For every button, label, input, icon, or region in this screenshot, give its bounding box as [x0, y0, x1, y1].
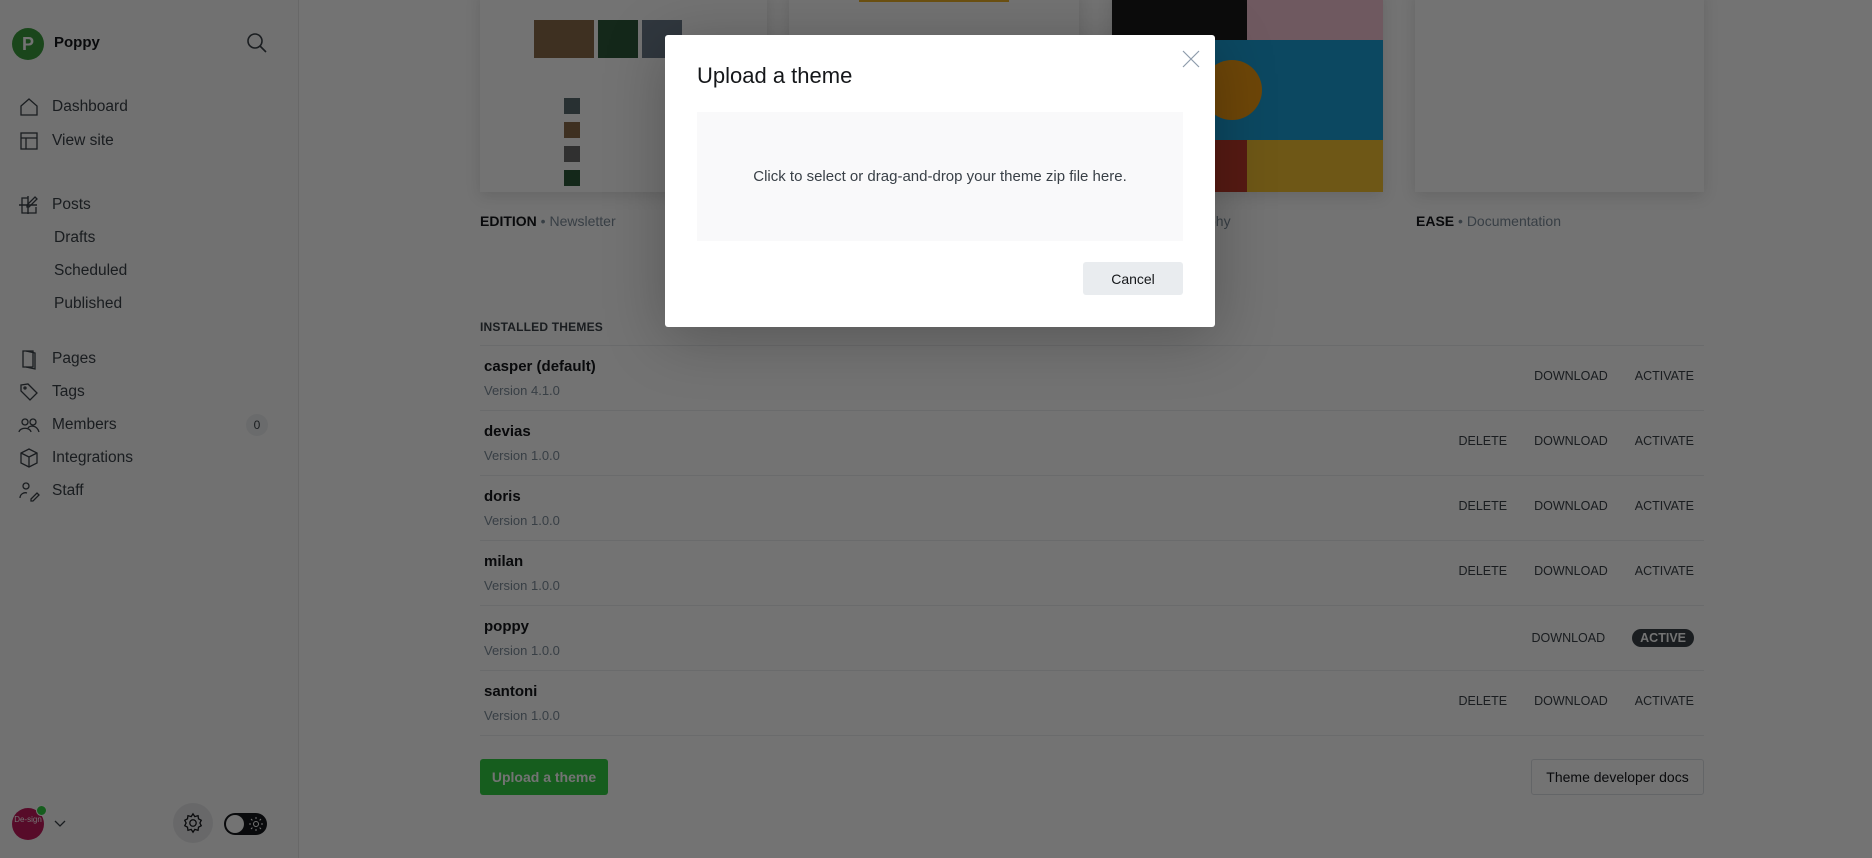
download-button[interactable]: DOWNLOAD	[1534, 499, 1608, 513]
sidebar-item-integrations[interactable]: Integrations	[0, 443, 280, 473]
theme-name: doris	[484, 488, 521, 505]
plus-icon[interactable]	[18, 195, 38, 215]
activate-button[interactable]: ACTIVATE	[1635, 694, 1694, 708]
user-avatar[interactable]: De-sign	[12, 805, 47, 840]
delete-button[interactable]: DELETE	[1458, 694, 1507, 708]
modal-title: Upload a theme	[697, 63, 853, 88]
delete-button[interactable]: DELETE	[1458, 434, 1507, 448]
theme-row: poppy Version 1.0.0 DOWNLOAD ACTIVE	[480, 605, 1704, 670]
divider	[480, 735, 1704, 736]
online-dot	[36, 805, 47, 816]
sidebar-item-pages[interactable]: Pages	[0, 344, 280, 374]
sidebar-item-drafts[interactable]: Drafts	[0, 223, 280, 253]
home-icon	[20, 98, 38, 116]
chevron-down-icon[interactable]	[54, 818, 66, 828]
active-badge: ACTIVE	[1632, 629, 1694, 647]
download-button[interactable]: DOWNLOAD	[1534, 369, 1608, 383]
site-logo[interactable]: P	[12, 28, 44, 60]
theme-label-edition: EDITION • Newsletter	[480, 213, 616, 229]
sidebar-item-members[interactable]: Members 0	[0, 410, 280, 440]
sidebar-item-scheduled[interactable]: Scheduled	[0, 256, 280, 286]
gear-icon	[183, 812, 203, 834]
theme-name: santoni	[484, 683, 538, 700]
upload-theme-modal: Upload a theme Click to select or drag-a…	[665, 35, 1215, 327]
installed-themes-heading: INSTALLED THEMES	[480, 320, 603, 334]
theme-row: casper (default) Version 4.1.0 DOWNLOAD A…	[480, 345, 1704, 410]
sidebar-item-posts[interactable]: Posts	[0, 190, 280, 220]
members-count-badge: 0	[246, 414, 268, 436]
activate-button[interactable]: ACTIVATE	[1635, 369, 1694, 383]
sidebar-item-view-site[interactable]: View site	[0, 126, 280, 156]
delete-button[interactable]: DELETE	[1458, 564, 1507, 578]
theme-version: Version 1.0.0	[484, 448, 560, 463]
activate-button[interactable]: ACTIVATE	[1635, 564, 1694, 578]
sidebar-item-tags[interactable]: Tags	[0, 377, 280, 407]
close-icon[interactable]	[1181, 49, 1201, 69]
theme-version: Version 1.0.0	[484, 643, 560, 658]
download-button[interactable]: DOWNLOAD	[1532, 631, 1606, 645]
theme-dropzone[interactable]: Click to select or drag-and-drop your th…	[697, 112, 1183, 241]
sidebar-item-published[interactable]: Published	[0, 289, 280, 319]
delete-button[interactable]: DELETE	[1458, 499, 1507, 513]
theme-name: poppy	[484, 618, 529, 635]
sidebar-item-staff[interactable]: Staff	[0, 476, 280, 506]
staff-icon	[19, 482, 40, 502]
theme-row: doris Version 1.0.0 DELETE DOWNLOAD ACTIVA…	[480, 475, 1704, 540]
theme-preview-ease[interactable]	[1415, 0, 1704, 192]
theme-version: Version 1.0.0	[484, 708, 560, 723]
theme-developer-docs-button[interactable]: Theme developer docs	[1531, 759, 1704, 795]
download-button[interactable]: DOWNLOAD	[1534, 434, 1608, 448]
settings-button[interactable]	[173, 803, 213, 843]
pages-icon	[22, 350, 36, 370]
theme-row: santoni Version 1.0.0 DELETE DOWNLOAD ACTI…	[480, 670, 1704, 735]
search-icon[interactable]	[246, 32, 268, 54]
theme-name: devias	[484, 423, 531, 440]
tag-icon	[20, 383, 38, 401]
sun-icon	[249, 817, 263, 831]
activate-button[interactable]: ACTIVATE	[1635, 434, 1694, 448]
download-button[interactable]: DOWNLOAD	[1534, 694, 1608, 708]
theme-name: casper (default)	[484, 358, 596, 375]
theme-version: Version 1.0.0	[484, 513, 560, 528]
site-name[interactable]: Poppy	[54, 34, 100, 51]
cancel-button[interactable]: Cancel	[1083, 262, 1183, 295]
sidebar-item-dashboard[interactable]: Dashboard	[0, 92, 280, 122]
activate-button[interactable]: ACTIVATE	[1635, 499, 1694, 513]
dark-mode-toggle[interactable]	[224, 813, 267, 835]
box-icon	[20, 448, 38, 468]
upload-theme-button[interactable]: Upload a theme	[480, 759, 608, 795]
theme-row: devias Version 1.0.0 DELETE DOWNLOAD ACTIV…	[480, 410, 1704, 475]
download-button[interactable]: DOWNLOAD	[1534, 564, 1608, 578]
theme-version: Version 1.0.0	[484, 578, 560, 593]
theme-version: Version 4.1.0	[484, 383, 560, 398]
theme-name: milan	[484, 553, 524, 570]
sidebar: P Poppy Dashboard View site Posts Drafts Sch…	[0, 0, 299, 858]
theme-label-ease: EASE • Documentation	[1416, 213, 1561, 229]
layout-icon	[20, 132, 38, 150]
theme-row: milan Version 1.0.0 DELETE DOWNLOAD ACTIVA…	[480, 540, 1704, 605]
members-icon	[18, 418, 40, 433]
